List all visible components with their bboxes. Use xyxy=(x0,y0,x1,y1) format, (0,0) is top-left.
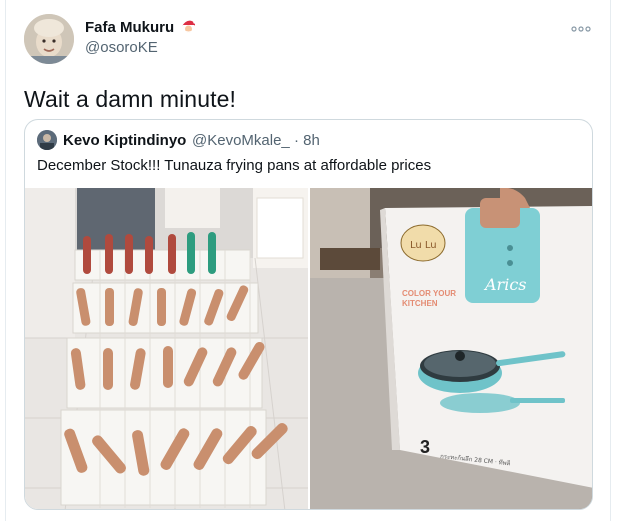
frying-pan-box-photo: Arics Lu Lu COLOR YOUR KITCHEN 3 กระทะก้… xyxy=(310,188,592,509)
svg-text:COLOR YOUR: COLOR YOUR xyxy=(402,289,456,298)
author-avatar[interactable] xyxy=(24,14,74,64)
box-number: 3 xyxy=(420,437,430,457)
quoted-tweet-text: December Stock!!! Tunauza frying pans at… xyxy=(37,157,432,174)
avatar-photo xyxy=(24,14,74,64)
tweet-text: Wait a damn minute! xyxy=(24,86,236,112)
quoted-author-name[interactable]: Kevo Kiptindinyo xyxy=(63,132,186,149)
author-name-text: Fafa Mukuru xyxy=(85,19,175,36)
santa-emoji-icon xyxy=(180,17,198,38)
author-handle[interactable]: @osoroKE xyxy=(85,39,158,56)
box-brand-logo: Lu Lu xyxy=(410,240,437,251)
quoted-author-avatar[interactable] xyxy=(37,130,57,150)
quoted-avatar-photo xyxy=(37,130,57,150)
quoted-photo-right[interactable]: Arics Lu Lu COLOR YOUR KITCHEN 3 กระทะก้… xyxy=(310,188,592,509)
more-options-button[interactable] xyxy=(571,20,595,34)
novelty-items-photo xyxy=(25,188,308,509)
author-display-name[interactable]: Fafa Mukuru xyxy=(85,17,198,38)
more-horizontal-icon xyxy=(571,26,591,32)
box-product-name: Arics xyxy=(483,275,527,294)
svg-text:KITCHEN: KITCHEN xyxy=(402,299,438,308)
quoted-tweet[interactable]: Kevo Kiptindinyo @KevoMkale_ · 8h Decemb… xyxy=(24,119,593,510)
quoted-photo-left[interactable] xyxy=(25,188,308,509)
quoted-author-handle-time[interactable]: @KevoMkale_ · 8h xyxy=(192,132,320,149)
